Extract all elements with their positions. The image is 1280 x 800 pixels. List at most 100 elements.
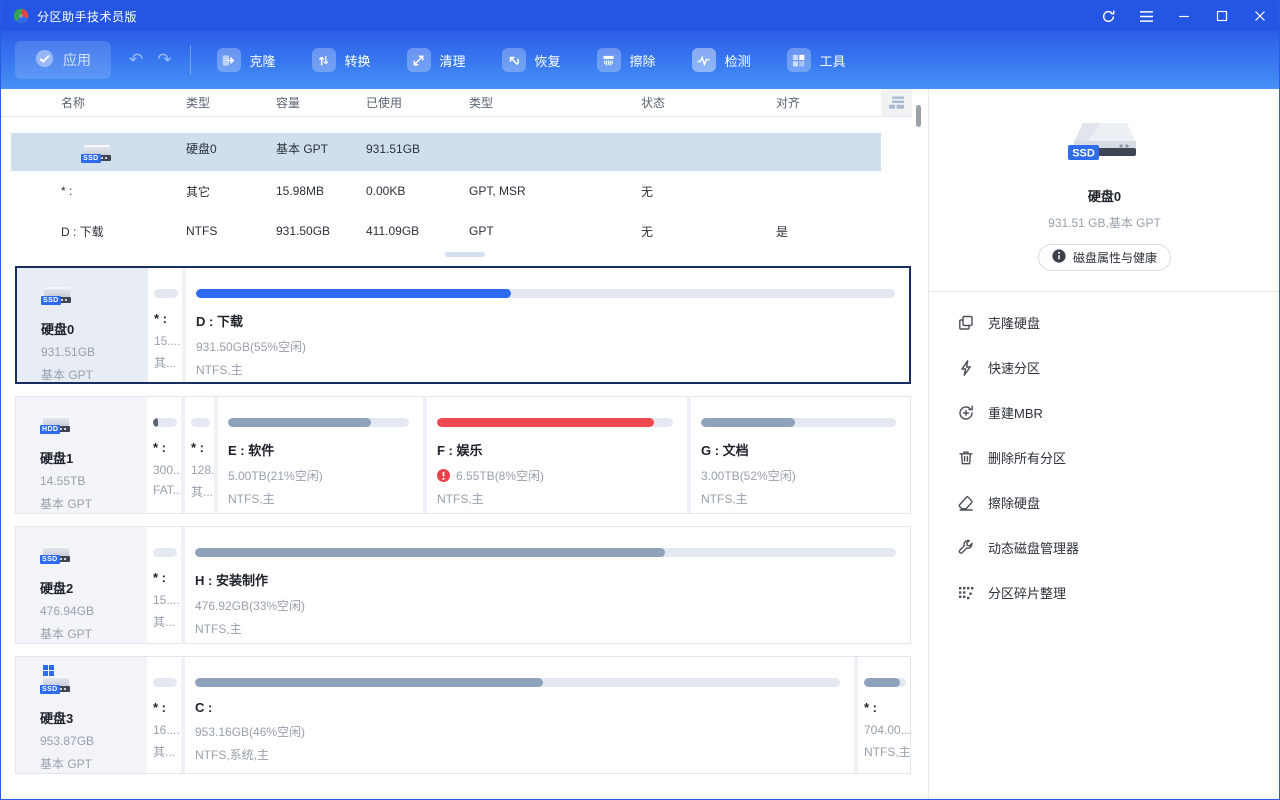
partition-cell[interactable]: * :300...FAT... <box>147 397 181 513</box>
disk-table-row[interactable]: SSD硬盘0基本 GPT931.51GB <box>11 133 881 171</box>
recover-icon <box>502 48 526 72</box>
partition-name: * : <box>153 700 177 715</box>
disk-card[interactable]: SSD硬盘0931.51GB基本 GPT* :15....其...D : 下载9… <box>15 266 911 384</box>
sidebar-item-dynamic-disk-manager[interactable]: 动态磁盘管理器 <box>956 525 1279 570</box>
usage-bar-fill <box>195 548 665 557</box>
table-cell: GPT, MSR <box>469 184 641 198</box>
partition-cell[interactable]: D : 下载931.50GB(55%空闲)NTFS,主 <box>182 268 909 382</box>
partition-name: * : <box>154 311 178 326</box>
partition-size-text: 931.50GB(55%空闲) <box>196 338 306 355</box>
disk-info-panel: SSD硬盘3953.87GB基本 GPT <box>16 657 147 773</box>
horizontal-scrollbar[interactable] <box>445 252 485 257</box>
minimize-icon[interactable] <box>1165 1 1203 31</box>
partition-name: F : 娱乐 <box>437 440 673 459</box>
disk-card[interactable]: SSD硬盘2476.94GB基本 GPT* :15....其...H : 安装制… <box>15 526 911 644</box>
sidebar-item-quick-partition[interactable]: 快速分区 <box>956 345 1279 390</box>
disk-properties-button[interactable]: 磁盘属性与健康 <box>1038 244 1171 271</box>
sidebar-item-defrag[interactable]: 分区碎片整理 <box>956 570 1279 615</box>
ssd-drive-icon: SSD <box>41 282 73 306</box>
partition-size: 16.... <box>153 723 177 737</box>
sidebar-item-delete-partitions[interactable]: 删除所有分区 <box>956 435 1279 480</box>
sidebar-item-clone-disk[interactable]: 克隆硬盘 <box>956 300 1279 345</box>
partition-usage-bar <box>191 418 210 427</box>
partition-size: 704.00... <box>864 723 906 737</box>
partition-cell[interactable]: * :128...其... <box>181 397 214 513</box>
toolbar-clean-button[interactable]: 清理 <box>389 31 484 89</box>
column-header: 容量 <box>276 94 366 111</box>
toolbar-recover-button[interactable]: 恢复 <box>484 31 579 89</box>
disk-size: 931.51GB <box>41 345 148 359</box>
disk-size: 14.55TB <box>40 474 147 488</box>
partition-name: E : 软件 <box>228 440 409 459</box>
close-icon[interactable] <box>1241 1 1279 31</box>
partition-cell[interactable]: C :953.16GB(46%空闲)NTFS,系统,主 <box>181 657 854 773</box>
sidebar-item-rebuild-mbr[interactable]: 重建MBR <box>956 390 1279 435</box>
clone-icon <box>217 48 241 72</box>
toolbar-wipe-button[interactable]: 擦除 <box>579 31 674 89</box>
toolbar-divider <box>190 45 191 75</box>
sidebar-item-label: 分区碎片整理 <box>988 583 1066 602</box>
sidebar-item-label: 快速分区 <box>988 358 1040 377</box>
svg-text:SSD: SSD <box>1072 148 1095 160</box>
toolbar-detect-button[interactable]: 检测 <box>674 31 769 89</box>
partition-cell[interactable]: * :704.00...NTFS,主 <box>854 657 910 773</box>
partition-cell[interactable]: E : 软件5.00TB(21%空闲)NTFS,主 <box>214 397 423 513</box>
table-cell: 无 <box>641 223 776 240</box>
disk-name: 硬盘0 <box>41 319 148 338</box>
partition-name: G : 文档 <box>701 440 896 459</box>
disk-scheme: 基本 GPT <box>40 625 147 642</box>
table-cell: 硬盘0 <box>186 140 276 157</box>
partition-size-text: 5.00TB(21%空闲) <box>228 467 323 484</box>
disk-card[interactable]: HDD硬盘114.55TB基本 GPT* :300...FAT...* :128… <box>15 396 911 514</box>
partition-usage-bar <box>153 678 177 687</box>
toolbar-tools-button[interactable]: 工具 <box>769 31 864 89</box>
partition-size-text: 476.92GB(33%空闲) <box>195 597 305 614</box>
partition-cell[interactable]: * :15....其... <box>148 268 182 382</box>
partition-filesystem: 其... <box>153 613 177 630</box>
partition-name: D : 下载 <box>196 311 895 330</box>
disk-card[interactable]: SSD硬盘3953.87GB基本 GPT* :16....其...C :953.… <box>15 656 911 774</box>
partitions-row: * :300...FAT...* :128...其... E : 软件 5.00TB… <box>147 397 910 513</box>
toolbar-convert-button[interactable]: 转换 <box>294 31 389 89</box>
sidebar-item-wipe-disk[interactable]: 擦除硬盘 <box>956 480 1279 525</box>
toolbar-clone-button[interactable]: 克隆 <box>199 31 294 89</box>
table-cell: 15.98MB <box>276 184 366 198</box>
partition-cell[interactable]: H : 安装制作476.92GB(33%空闲)NTFS,主 <box>181 527 910 643</box>
ssd-drive-icon: SSD <box>40 541 72 565</box>
partition-name: * : <box>153 440 177 455</box>
partition-table-row[interactable]: D : 下载NTFS931.50GB411.09GBGPT无是 <box>1 211 928 251</box>
table-cell: 其它 <box>186 183 276 200</box>
table-cell: 0.00KB <box>366 184 469 198</box>
app-title: 分区助手技术员版 <box>37 8 137 25</box>
undo-icon[interactable]: ↶ <box>129 50 143 70</box>
table-cell: NTFS <box>186 224 276 238</box>
maximize-icon[interactable] <box>1203 1 1241 31</box>
partition-name: H : 安装制作 <box>195 570 896 589</box>
title-bar: 分区助手技术员版 <box>1 1 1279 31</box>
disk-scheme: 基本 GPT <box>40 495 147 512</box>
menu-icon[interactable] <box>1127 1 1165 31</box>
redo-icon[interactable]: ↷ <box>157 50 171 70</box>
toolbar-label: 工具 <box>820 51 846 70</box>
partition-size-text: 953.16GB(46%空闲) <box>195 723 305 740</box>
partition-cell[interactable]: * :16....其... <box>147 657 181 773</box>
info-icon <box>1052 249 1066 266</box>
sidebar-item-label: 删除所有分区 <box>988 448 1066 467</box>
refresh-icon[interactable] <box>1089 1 1127 31</box>
clean-icon <box>407 48 431 72</box>
vertical-scrollbar[interactable] <box>916 105 921 127</box>
disk-table-area: 名称类型容量已使用类型状态对齐 SSD硬盘0基本 GPT931.51GB* :其… <box>1 89 928 799</box>
partition-cell[interactable]: G : 文档3.00TB(52%空闲)NTFS,主 <box>687 397 910 513</box>
partition-filesystem: FAT... <box>153 483 177 497</box>
partition-name: * : <box>153 570 177 585</box>
view-options-button[interactable] <box>881 89 912 116</box>
dynamic-disk-manager-icon <box>956 538 975 557</box>
partition-cell[interactable]: * :15....其... <box>147 527 181 643</box>
partition-cell[interactable]: F : 娱乐6.55TB(8%空闲)NTFS,主 <box>423 397 687 513</box>
partition-usage-bar <box>195 678 840 687</box>
apply-button[interactable]: 应用 <box>15 41 111 79</box>
partition-table-row[interactable]: * :其它15.98MB0.00KBGPT, MSR无 <box>1 171 928 211</box>
wipe-icon <box>597 48 621 72</box>
column-header: 状态 <box>641 94 776 111</box>
partition-usage-bar <box>154 289 178 298</box>
